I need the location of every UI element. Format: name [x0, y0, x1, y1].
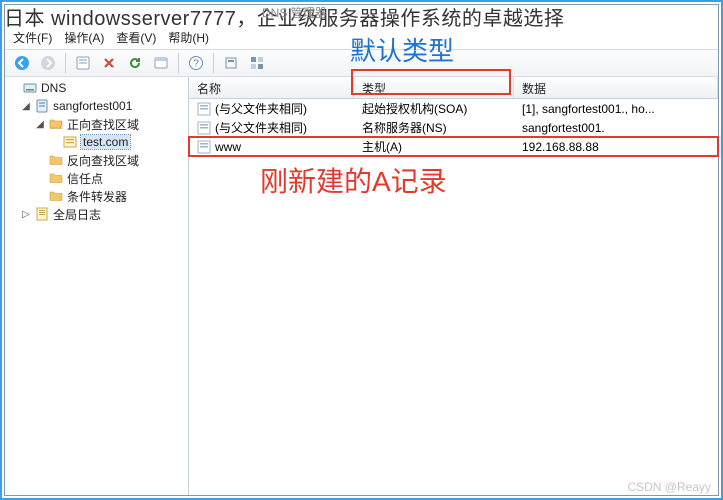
toolbar-separator: [65, 53, 66, 73]
cell-text: (与父文件夹相同): [215, 100, 307, 117]
cell-text: (与父文件夹相同): [215, 119, 307, 136]
svg-text:?: ?: [193, 59, 199, 70]
cell-name: (与父文件夹相同): [189, 119, 354, 136]
cell-text: www: [215, 140, 241, 154]
tree-node-trust-points[interactable]: ▸ 信任点: [5, 169, 188, 187]
column-header-name[interactable]: 名称: [189, 77, 354, 98]
delete-button[interactable]: [98, 52, 120, 74]
tree-label: 条件转发器: [67, 188, 127, 205]
tree-node-reverse-zones[interactable]: ▸ 反向查找区域: [5, 151, 188, 169]
tree-label: 全局日志: [53, 206, 101, 223]
expand-icon[interactable]: ▷: [21, 209, 31, 219]
nav-back-button[interactable]: [11, 52, 33, 74]
record-icon: [197, 140, 211, 154]
column-header-type[interactable]: 类型: [354, 77, 514, 98]
folder-icon: [48, 188, 64, 204]
toolbar-separator: [178, 53, 179, 73]
folder-icon: [48, 152, 64, 168]
page-title: 日本 windowsserver7777，企业级服务器操作系统的卓越选择: [4, 2, 719, 31]
server-icon: [34, 98, 50, 114]
cell-data: sangfortest001.: [514, 121, 718, 135]
tree-label: sangfortest001: [53, 99, 132, 113]
cell-name: www: [189, 140, 354, 154]
record-row[interactable]: (与父文件夹相同) 起始授权机构(SOA) [1], sangfortest00…: [189, 99, 718, 118]
record-row[interactable]: (与父文件夹相同) 名称服务器(NS) sangfortest001.: [189, 118, 718, 137]
record-list-pane: 名称 类型 数据 (与父文件夹相同) 起始授权机构(SOA) [1], sang…: [189, 77, 718, 495]
options-button[interactable]: [246, 52, 268, 74]
column-header-data[interactable]: 数据: [514, 77, 718, 98]
record-icon: [197, 102, 211, 116]
toolbar: ?: [5, 49, 718, 77]
cell-data: [1], sangfortest001., ho...: [514, 102, 718, 116]
log-icon: [34, 206, 50, 222]
watermark: CSDN @Reayy: [627, 480, 711, 494]
refresh-button[interactable]: [124, 52, 146, 74]
tree-label: 信任点: [67, 170, 103, 187]
zone-icon: [62, 134, 78, 150]
collapse-icon[interactable]: ◢: [35, 119, 45, 129]
collapse-icon[interactable]: ◢: [21, 101, 31, 111]
cell-data: 192.168.88.88: [514, 140, 718, 154]
tree-label: DNS: [41, 81, 66, 95]
menu-help[interactable]: 帮助(H): [168, 29, 209, 46]
menu-view[interactable]: 查看(V): [116, 29, 156, 46]
tree-node-global-log[interactable]: ▷ 全局日志: [5, 205, 188, 223]
list-header: 名称 类型 数据: [189, 77, 718, 99]
cell-name: (与父文件夹相同): [189, 100, 354, 117]
window-title-hint: DNS 管理器: [262, 4, 327, 21]
tree-label: 正向查找区域: [67, 116, 139, 133]
tree-label: 反向查找区域: [67, 152, 139, 169]
new-button[interactable]: [72, 52, 94, 74]
toolbar-separator: [213, 53, 214, 73]
tree-node-forward-zones[interactable]: ◢ 正向查找区域: [5, 115, 188, 133]
cell-type: 主机(A): [354, 138, 514, 155]
tree-node-dns-root[interactable]: ▸ DNS: [5, 79, 188, 97]
tree-label: test.com: [81, 135, 130, 149]
menu-action[interactable]: 操作(A): [64, 29, 104, 46]
folder-icon: [48, 170, 64, 186]
dns-manager-window: 文件(F) 操作(A) 查看(V) 帮助(H) ?: [4, 4, 719, 496]
tree-node-server[interactable]: ◢ sangfortest001: [5, 97, 188, 115]
tree-panel[interactable]: ▸ DNS ◢ sangfortest001 ◢ 正向查找区域: [5, 77, 189, 495]
workspace: ▸ DNS ◢ sangfortest001 ◢ 正向查找区域: [5, 77, 718, 495]
record-row-new[interactable]: www 主机(A) 192.168.88.88: [189, 137, 718, 156]
cell-type: 名称服务器(NS): [354, 119, 514, 136]
filter-button[interactable]: [220, 52, 242, 74]
dns-icon: [22, 80, 38, 96]
list-body[interactable]: (与父文件夹相同) 起始授权机构(SOA) [1], sangfortest00…: [189, 99, 718, 495]
nav-forward-button[interactable]: [37, 52, 59, 74]
tree-node-domain[interactable]: ▸ test.com: [5, 133, 188, 151]
cell-type: 起始授权机构(SOA): [354, 100, 514, 117]
record-icon: [197, 121, 211, 135]
menu-file[interactable]: 文件(F): [13, 29, 52, 46]
tree-node-conditional-forwarders[interactable]: ▸ 条件转发器: [5, 187, 188, 205]
help-button[interactable]: ?: [185, 52, 207, 74]
folder-open-icon: [48, 116, 64, 132]
properties-button[interactable]: [150, 52, 172, 74]
